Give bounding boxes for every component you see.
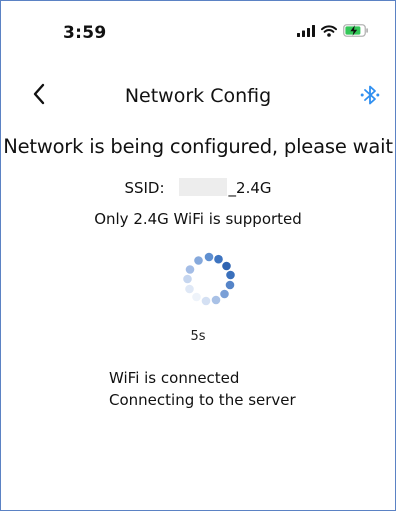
wifi-icon — [321, 24, 337, 37]
status-line-wifi: WiFi is connected — [109, 369, 240, 387]
battery-charging-icon — [343, 24, 368, 37]
bluetooth-button[interactable] — [359, 83, 381, 107]
countdown-timer: 5s — [190, 329, 206, 344]
status-bar: 3:59 — [1, 1, 395, 63]
support-note: Only 2.4G WiFi is supported — [94, 210, 302, 228]
ssid-row: SSID: _2.4G — [1, 178, 395, 197]
loading-spinner-icon — [183, 252, 235, 306]
ssid-suffix: _2.4G — [228, 179, 272, 197]
ssid-label: SSID: — [124, 179, 165, 197]
status-line-server: Connecting to the server — [109, 391, 296, 409]
ssid-redacted-block — [178, 178, 227, 196]
cellular-signal-icon — [297, 24, 315, 37]
progress-status-list: WiFi is connected Connecting to the serv… — [109, 367, 296, 411]
config-headline: Network is being configured, please wait — [3, 135, 393, 158]
status-time: 3:59 — [63, 23, 107, 43]
nav-bar: Network Config — [1, 71, 395, 117]
app-screen: 3:59 Network Config Network is being con… — [0, 0, 396, 511]
bluetooth-icon — [360, 85, 380, 105]
status-icons — [297, 24, 369, 37]
page-title: Network Config — [124, 85, 272, 107]
